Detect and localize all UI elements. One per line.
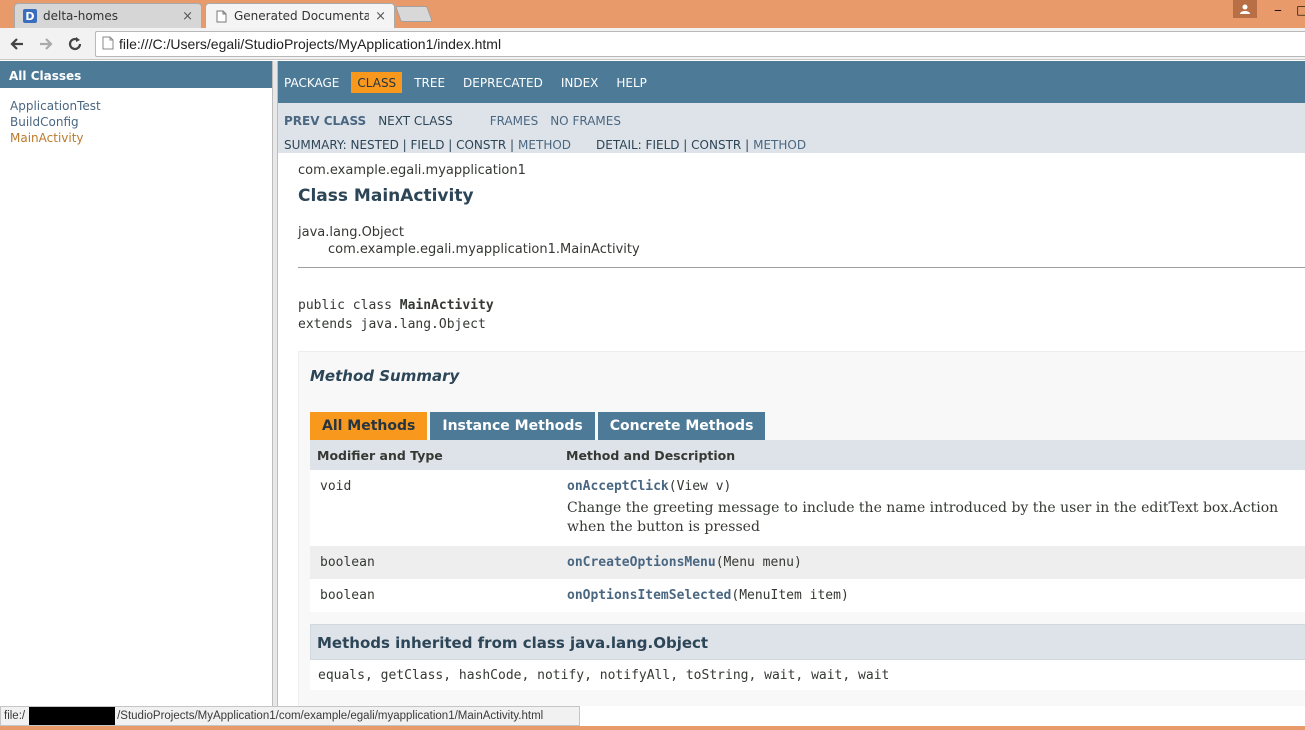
nav-deprecated[interactable]: DEPRECATED bbox=[463, 72, 549, 93]
frames-link[interactable]: FRAMES bbox=[490, 114, 539, 128]
nav-tree[interactable]: TREE bbox=[414, 72, 451, 93]
method-link-onoptionsitemselected[interactable]: onOptionsItemSelected bbox=[567, 588, 731, 603]
status-bar: file:/ /StudioProjects/MyApplication1/co… bbox=[0, 706, 580, 726]
method-cell: onCreateOptionsMenu(Menu menu) bbox=[559, 546, 1305, 579]
tab-strip: D delta-homes × Generated Documentation … bbox=[0, 0, 1305, 28]
inherited-methods-list: equals, getClass, hashCode, notify, noti… bbox=[310, 660, 1305, 690]
inherited-methods-block: Methods inherited from class java.lang.O… bbox=[310, 624, 1305, 690]
address-bar[interactable]: file:///C:/Users/egali/StudioProjects/My… bbox=[95, 31, 1305, 57]
delta-favicon-icon: D bbox=[23, 9, 37, 23]
back-arrow-icon[interactable] bbox=[5, 32, 29, 56]
nav-class: CLASS bbox=[351, 71, 403, 93]
nav-index[interactable]: INDEX bbox=[561, 72, 605, 93]
method-filter-tabs: All Methods Instance Methods Concrete Me… bbox=[310, 412, 1305, 440]
inherit-root: java.lang.Object bbox=[298, 225, 404, 240]
nav-package[interactable]: PACKAGE bbox=[284, 72, 345, 93]
method-link-oncreateoptionsmenu[interactable]: onCreateOptionsMenu bbox=[567, 555, 716, 570]
summary-method-link[interactable]: METHOD bbox=[518, 138, 571, 152]
profile-icon[interactable] bbox=[1233, 0, 1257, 18]
table-row: boolean onCreateOptionsMenu(Menu menu) bbox=[310, 546, 1305, 579]
detail-nav-label: DETAIL: FIELD | CONSTR | bbox=[596, 138, 750, 152]
class-content: com.example.egali.myapplication1 Class M… bbox=[278, 153, 1305, 706]
class-link-applicationtest[interactable]: ApplicationTest bbox=[10, 98, 272, 114]
tab-concrete-methods[interactable]: Concrete Methods bbox=[597, 412, 766, 440]
browser-toolbar: file:///C:/Users/egali/StudioProjects/My… bbox=[0, 28, 1305, 60]
tab-title: delta-homes bbox=[43, 9, 118, 23]
method-summary-block: Method Summary All Methods Instance Meth… bbox=[298, 351, 1305, 706]
page-favicon-icon bbox=[214, 9, 228, 23]
method-params: (View v) bbox=[668, 479, 732, 494]
method-link-onacceptclick[interactable]: onAcceptClick bbox=[567, 479, 669, 494]
page-icon bbox=[102, 35, 114, 54]
method-summary-title: Method Summary bbox=[310, 367, 460, 385]
decl-extends: extends java.lang.Object bbox=[298, 317, 486, 332]
prev-class-label: PREV CLASS bbox=[284, 114, 367, 128]
detail-method-link[interactable]: METHOD bbox=[753, 138, 806, 152]
method-table: Modifier and Type Method and Description… bbox=[310, 440, 1305, 612]
summary-nav-label: SUMMARY: NESTED | FIELD | CONSTR | bbox=[284, 138, 515, 152]
no-frames-link[interactable]: NO FRAMES bbox=[550, 114, 621, 128]
method-cell: onAcceptClick(View v) Change the greetin… bbox=[559, 470, 1305, 546]
tab-all-methods[interactable]: All Methods bbox=[310, 412, 428, 440]
method-return-type: boolean bbox=[310, 579, 559, 612]
nav-help[interactable]: HELP bbox=[616, 72, 653, 93]
class-declaration: public class MainActivity extends java.l… bbox=[298, 296, 1305, 334]
class-link-mainactivity[interactable]: MainActivity bbox=[10, 130, 272, 146]
tab-delta-homes[interactable]: D delta-homes × bbox=[14, 3, 202, 28]
sub-navbar: PREV CLASS NEXT CLASS FRAMES NO FRAMES S… bbox=[278, 103, 1305, 153]
tab-close-icon[interactable]: × bbox=[182, 9, 193, 24]
separator bbox=[298, 267, 1305, 268]
top-navbar: PACKAGE CLASS TREE DEPRECATED INDEX HELP bbox=[278, 61, 1305, 103]
tab-title: Generated Documentation bbox=[234, 9, 370, 23]
tab-instance-methods[interactable]: Instance Methods bbox=[430, 412, 595, 440]
decl-class-name: MainActivity bbox=[399, 298, 494, 313]
forward-arrow-icon[interactable] bbox=[34, 32, 58, 56]
status-url: /StudioProjects/MyApplication1/com/examp… bbox=[117, 710, 544, 722]
class-doc-frame: PACKAGE CLASS TREE DEPRECATED INDEX HELP… bbox=[278, 61, 1305, 706]
inherited-methods-title: Methods inherited from class java.lang.O… bbox=[310, 624, 1305, 660]
minimize-button[interactable]: ‒ bbox=[1266, 0, 1290, 20]
method-params: (MenuItem item) bbox=[731, 588, 849, 603]
tab-close-icon[interactable]: × bbox=[375, 9, 386, 24]
new-tab-button[interactable] bbox=[395, 6, 433, 22]
class-title: Class MainActivity bbox=[298, 186, 474, 206]
all-classes-frame: All Classes ApplicationTest BuildConfig … bbox=[0, 61, 272, 706]
reload-icon[interactable] bbox=[63, 32, 87, 56]
method-description: Change the greeting message to include t… bbox=[567, 500, 1279, 535]
col-header-desc: Method and Description bbox=[559, 440, 1305, 470]
table-row: boolean onOptionsItemSelected(MenuItem i… bbox=[310, 579, 1305, 612]
class-link-buildconfig[interactable]: BuildConfig bbox=[10, 114, 272, 130]
method-params: (Menu menu) bbox=[715, 555, 802, 570]
all-classes-heading: All Classes bbox=[0, 61, 272, 88]
restore-button[interactable]: □ bbox=[1290, 0, 1305, 20]
inherit-child: com.example.egali.myapplication1.MainAct… bbox=[328, 242, 640, 257]
url-text: file:///C:/Users/egali/StudioProjects/My… bbox=[119, 36, 502, 52]
method-return-type: void bbox=[310, 470, 559, 546]
window-bottom-border bbox=[0, 726, 1305, 730]
table-row: void onAcceptClick(View v) Change the gr… bbox=[310, 470, 1305, 546]
col-header-type: Modifier and Type bbox=[310, 440, 559, 470]
status-prefix: file:/ bbox=[4, 710, 26, 722]
redacted-path bbox=[29, 707, 116, 725]
package-name: com.example.egali.myapplication1 bbox=[298, 163, 526, 178]
method-return-type: boolean bbox=[310, 546, 559, 579]
next-class-label: NEXT CLASS bbox=[378, 114, 453, 128]
inheritance-tree: java.lang.Object com.example.egali.myapp… bbox=[298, 224, 1305, 258]
class-list: ApplicationTest BuildConfig MainActivity bbox=[0, 88, 272, 146]
decl-prefix: public class bbox=[298, 298, 400, 313]
method-cell: onOptionsItemSelected(MenuItem item) bbox=[559, 579, 1305, 612]
tab-generated-documentation[interactable]: Generated Documentation × bbox=[205, 3, 395, 28]
